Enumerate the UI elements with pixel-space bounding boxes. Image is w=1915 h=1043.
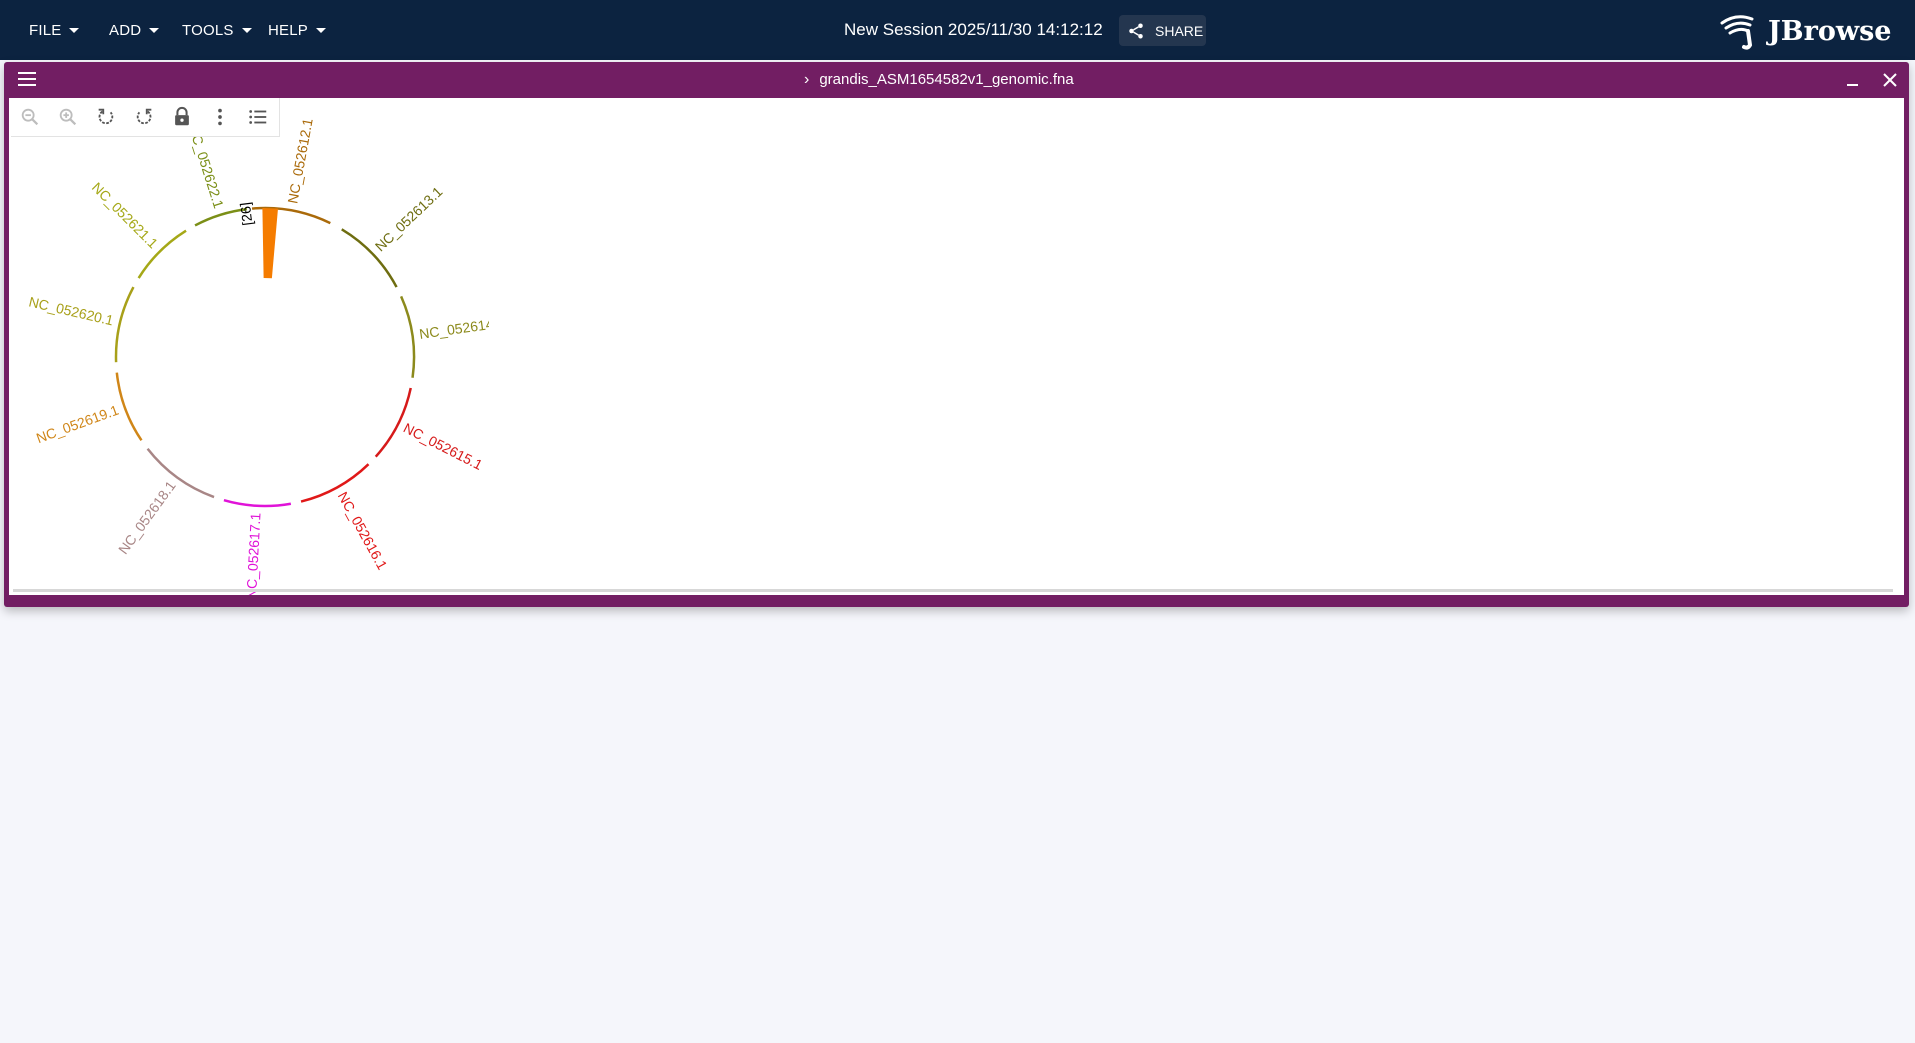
zoom-out-icon: [21, 108, 39, 126]
region-arc[interactable]: [399, 295, 416, 378]
rotate-right-icon: [136, 108, 152, 125]
help-menu-button[interactable]: HELP: [268, 18, 326, 42]
region-label: NC_052617.1: [243, 512, 264, 595]
zoom-out-button[interactable]: [11, 98, 49, 136]
zoom-in-icon: [59, 108, 77, 126]
chevron-right-icon: ›: [804, 71, 810, 88]
lock-icon: [175, 106, 189, 126]
region-arc[interactable]: [223, 499, 292, 508]
jbrowse-logo-icon: [1720, 15, 1754, 50]
add-menu-button[interactable]: ADD: [109, 18, 160, 42]
region-label: NC_052616.1: [335, 489, 391, 573]
region-label: NC_052619.1: [34, 402, 121, 447]
region-label: NC_052618.1: [115, 478, 179, 557]
view-toolbar: [11, 98, 280, 137]
app-bar: FILE ADD TOOLS HELP New Session 2025/11/…: [0, 0, 1915, 60]
region-arc[interactable]: [114, 286, 135, 363]
file-menu-label: FILE: [29, 21, 62, 39]
region-arc[interactable]: [115, 372, 143, 442]
view-title-text: grandis_ASM1654582v1_genomic.fna: [819, 71, 1074, 88]
highlight-wedge: [262, 208, 278, 279]
tools-menu-label: TOOLS: [182, 21, 234, 39]
region-label: NC_052620.1: [27, 293, 115, 328]
rotate-left-icon: [98, 108, 114, 125]
share-button[interactable]: SHARE: [1119, 15, 1206, 46]
horizontal-scrollbar[interactable]: [13, 589, 1893, 592]
dropdown-caret-icon: [69, 27, 80, 33]
close-icon[interactable]: [1881, 71, 1899, 89]
more-options-button[interactable]: [201, 98, 239, 136]
lock-button[interactable]: [163, 98, 201, 136]
circular-genome-plot[interactable]: NC_052612.1 NC_052613.1 NC_052614.1 NC_0526…: [9, 98, 489, 595]
dropdown-caret-icon: [149, 27, 160, 33]
view-header: › grandis_ASM1654582v1_genomic.fna: [4, 62, 1909, 98]
region-label: NC_052613.1: [372, 183, 446, 254]
track-selector-button[interactable]: [239, 98, 277, 136]
dropdown-caret-icon: [241, 27, 252, 33]
region-label: NC_052614.1: [418, 314, 489, 342]
view-menu-icon[interactable]: [18, 72, 36, 88]
dropdown-caret-icon: [316, 27, 326, 33]
collapsed-contigs-label: [26]: [237, 201, 256, 226]
region-arc[interactable]: [374, 387, 412, 458]
share-icon: [1129, 23, 1143, 38]
view-body: NC_052612.1 NC_052613.1 NC_052614.1 NC_0526…: [9, 98, 1904, 595]
logo-text: JBrowse: [1768, 15, 1892, 47]
session-title[interactable]: New Session 2025/11/30 14:12:12: [844, 18, 1103, 42]
view-title[interactable]: › grandis_ASM1654582v1_genomic.fna: [804, 71, 1074, 89]
share-label: SHARE: [1155, 22, 1204, 39]
add-menu-label: ADD: [109, 21, 142, 39]
region-label: NC_052612.1: [284, 117, 316, 205]
region-label: NC_052615.1: [401, 420, 485, 474]
rotate-right-button[interactable]: [125, 98, 163, 136]
minimize-icon[interactable]: [1845, 70, 1861, 90]
more-vert-icon: [218, 108, 222, 126]
jbrowse-logo: JBrowse: [1718, 10, 1908, 52]
circular-view-panel: › grandis_ASM1654582v1_genomic.fna NC_05…: [4, 62, 1909, 607]
file-menu-button[interactable]: FILE: [29, 18, 80, 42]
help-menu-label: HELP: [268, 21, 308, 39]
rotate-left-button[interactable]: [87, 98, 125, 136]
tools-menu-button[interactable]: TOOLS: [182, 18, 252, 42]
track-selector-icon: [249, 110, 267, 124]
region-label: NC_052621.1: [89, 179, 162, 252]
zoom-in-button[interactable]: [49, 98, 87, 136]
